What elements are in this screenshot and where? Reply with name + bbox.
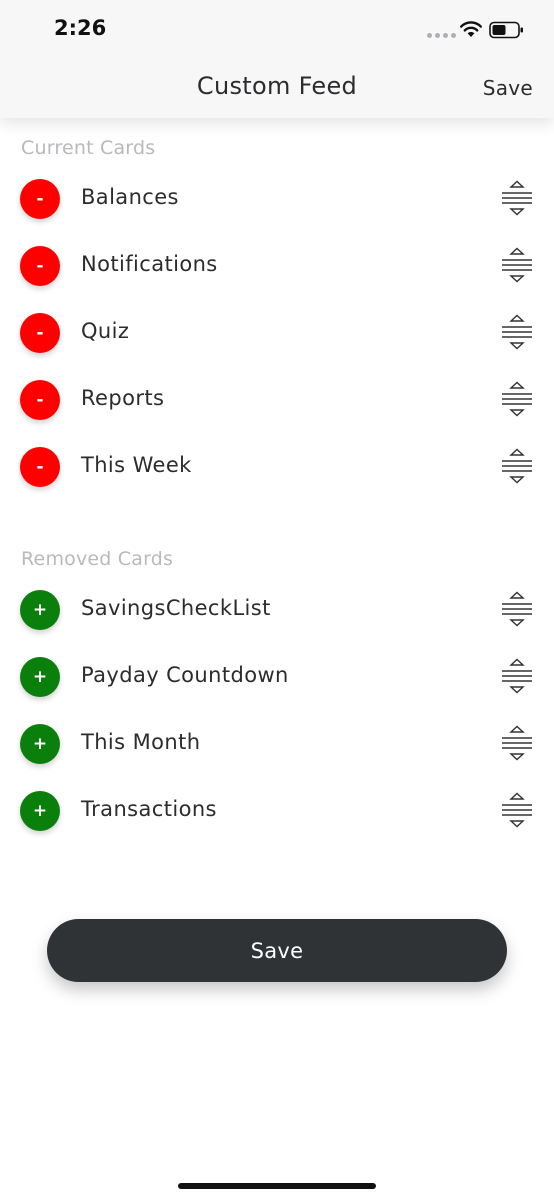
current-cards-label: Current Cards — [21, 137, 156, 159]
drag-handle-icon[interactable] — [500, 792, 534, 828]
page-title: Custom Feed — [196, 72, 358, 100]
plus-icon: + — [32, 667, 48, 687]
save-button[interactable]: Save — [47, 919, 507, 982]
drag-handle-icon[interactable] — [500, 591, 534, 627]
removed-cards-label: Removed Cards — [21, 548, 174, 570]
list-item: + Transactions — [0, 779, 554, 846]
card-label: Notifications — [81, 252, 218, 276]
remove-card-button[interactable]: - — [20, 313, 60, 353]
card-label: Transactions — [81, 797, 217, 821]
drag-handle-icon[interactable] — [500, 314, 534, 350]
card-label: Quiz — [81, 319, 130, 343]
card-label: SavingsCheckList — [81, 596, 271, 620]
wifi-icon — [460, 21, 482, 37]
list-item: - Balances — [0, 167, 554, 234]
card-label: This Month — [81, 730, 201, 754]
minus-icon: - — [36, 256, 44, 276]
minus-icon: - — [36, 390, 44, 410]
card-label: Reports — [81, 386, 165, 410]
battery-icon — [489, 21, 523, 39]
list-item: - This Week — [0, 435, 554, 502]
minus-icon: - — [36, 457, 44, 477]
home-indicator[interactable] — [178, 1183, 376, 1189]
add-card-button[interactable]: + — [20, 657, 60, 697]
remove-card-button[interactable]: - — [20, 380, 60, 420]
drag-handle-icon[interactable] — [500, 658, 534, 694]
list-item: - Quiz — [0, 301, 554, 368]
remove-card-button[interactable]: - — [20, 447, 60, 487]
remove-card-button[interactable]: - — [20, 246, 60, 286]
list-item: + Payday Countdown — [0, 645, 554, 712]
plus-icon: + — [32, 734, 48, 754]
minus-icon: - — [36, 323, 44, 343]
add-card-button[interactable]: + — [20, 590, 60, 630]
card-label: This Week — [81, 453, 192, 477]
remove-card-button[interactable]: - — [20, 179, 60, 219]
card-label: Balances — [81, 185, 179, 209]
list-item: + SavingsCheckList — [0, 578, 554, 645]
plus-icon: + — [32, 600, 48, 620]
drag-handle-icon[interactable] — [500, 180, 534, 216]
add-card-button[interactable]: + — [20, 791, 60, 831]
list-item: - Reports — [0, 368, 554, 435]
status-time: 2:26 — [54, 16, 107, 40]
header-save-button[interactable]: Save — [483, 76, 533, 100]
minus-icon: - — [36, 189, 44, 209]
add-card-button[interactable]: + — [20, 724, 60, 764]
drag-handle-icon[interactable] — [500, 247, 534, 283]
drag-handle-icon[interactable] — [500, 448, 534, 484]
plus-icon: + — [32, 801, 48, 821]
list-item: + This Month — [0, 712, 554, 779]
list-item: - Notifications — [0, 234, 554, 301]
top-bar: 2:26 Custom Feed Save — [0, 0, 554, 118]
drag-handle-icon[interactable] — [500, 381, 534, 417]
custom-feed-screen: 2:26 Custom Feed Save Current Cards - Ba… — [0, 0, 554, 1200]
drag-handle-icon[interactable] — [500, 725, 534, 761]
card-label: Payday Countdown — [81, 663, 289, 687]
cellular-signal-icon — [427, 33, 456, 38]
